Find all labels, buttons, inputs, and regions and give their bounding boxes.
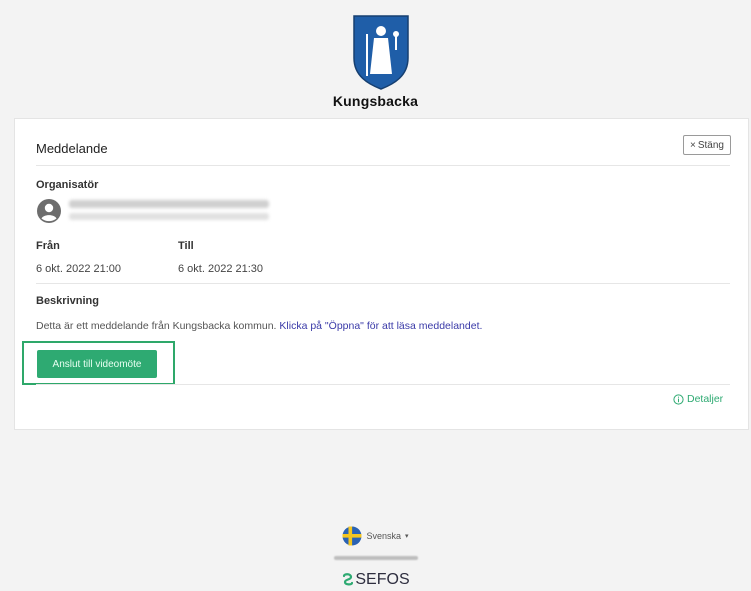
info-icon [673, 393, 684, 405]
organizer-label: Organisatör [36, 179, 99, 191]
description-label: Beskrivning [36, 295, 99, 307]
user-avatar-icon [37, 199, 61, 223]
join-video-meeting-button[interactable]: Anslut till videomöte [37, 350, 157, 378]
message-card: Meddelande × Stäng Organisatör Från 6 ok… [14, 118, 749, 430]
description-link[interactable]: Klicka på "Öppna" för att läsa meddeland… [279, 320, 482, 332]
message-title: Meddelande [36, 141, 108, 156]
close-label: Stäng [697, 139, 724, 151]
caret-down-icon: ▾ [405, 533, 409, 540]
divider [36, 283, 730, 284]
description-text: Detta är ett meddelande från Kungsbacka … [36, 320, 482, 332]
sefos-brand: SEFOS [355, 571, 410, 588]
organizer-name-redacted [69, 200, 269, 208]
sefos-logo: SEFOS [0, 571, 751, 589]
description-body: Detta är ett meddelande från Kungsbacka … [36, 320, 277, 332]
details-link[interactable]: Detaljer [673, 393, 723, 405]
close-icon: × [690, 139, 696, 151]
language-selector[interactable]: Svenska ▾ [0, 526, 751, 546]
from-label: Från [36, 240, 60, 252]
sweden-flag-icon [342, 526, 362, 546]
kungsbacka-crest-icon [353, 15, 409, 90]
header: Kungsbacka [0, 0, 751, 116]
to-value: 6 okt. 2022 21:30 [178, 263, 264, 275]
brand-name: Kungsbacka [332, 93, 419, 109]
sefos-logo-icon [343, 573, 354, 586]
divider [36, 165, 730, 166]
language-label: Svenska [366, 531, 401, 541]
to-label: Till [178, 240, 194, 252]
organizer-email-redacted [69, 213, 269, 220]
divider [36, 384, 730, 385]
from-value: 6 okt. 2022 21:00 [36, 263, 122, 275]
version-redacted [333, 556, 418, 560]
details-label: Detaljer [687, 393, 724, 405]
version-text [0, 556, 751, 562]
close-button[interactable]: × Stäng [683, 135, 731, 155]
